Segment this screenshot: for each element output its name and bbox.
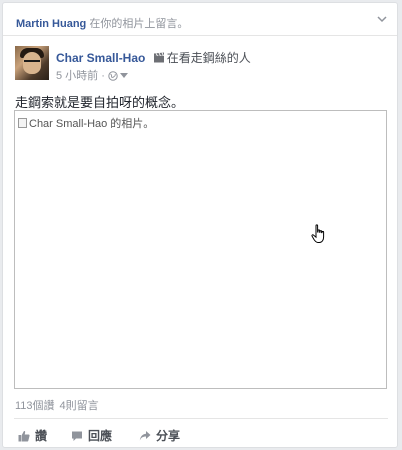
photo-alt-text: Char Small-Hao 的相片。 bbox=[18, 115, 154, 131]
globe-icon[interactable] bbox=[108, 71, 118, 81]
notification-actor-link[interactable]: Martin Huang bbox=[16, 18, 86, 30]
news-feed-story: Martin Huang 在你的相片上留言。 Char Small-Hao 在看… bbox=[2, 2, 398, 448]
activity-text: 在看走鋼絲的人 bbox=[166, 51, 251, 65]
chevron-down-icon[interactable] bbox=[375, 12, 389, 26]
hand-cursor-icon bbox=[311, 224, 325, 243]
notification-message: 在你的相片上留言。 bbox=[86, 18, 189, 30]
broken-image-icon bbox=[18, 118, 27, 128]
post-photo[interactable]: Char Small-Hao 的相片。 bbox=[14, 110, 387, 389]
comment-label: 回應 bbox=[88, 429, 113, 443]
engagement-stats: 113個讚 4則留言 bbox=[15, 397, 99, 413]
post-header: Char Small-Hao 在看走鋼絲的人 bbox=[56, 49, 251, 66]
likes-count-link[interactable]: 113個讚 bbox=[15, 400, 55, 412]
comment-bubble-icon bbox=[72, 431, 82, 441]
action-bar: 讚 回應 分享 bbox=[14, 418, 388, 447]
post-meta: 5 小時前 · bbox=[56, 67, 128, 83]
comment-button[interactable]: 回應 bbox=[71, 427, 112, 444]
share-arrow-icon bbox=[139, 431, 151, 441]
privacy-caret-icon[interactable] bbox=[119, 73, 128, 78]
timestamp-link[interactable]: 5 小時前 bbox=[56, 70, 98, 82]
author-name-link[interactable]: Char Small-Hao bbox=[56, 51, 145, 65]
author-avatar[interactable] bbox=[15, 46, 49, 80]
notification-text: Martin Huang 在你的相片上留言。 bbox=[16, 15, 188, 31]
notification-header: Martin Huang 在你的相片上留言。 bbox=[3, 3, 397, 36]
like-button[interactable]: 讚 bbox=[18, 427, 47, 444]
comments-count-link[interactable]: 4則留言 bbox=[60, 400, 99, 412]
share-label: 分享 bbox=[156, 429, 181, 443]
share-button[interactable]: 分享 bbox=[139, 427, 180, 444]
clapperboard-icon bbox=[153, 52, 164, 63]
thumbs-up-icon bbox=[18, 430, 30, 442]
like-label: 讚 bbox=[35, 429, 48, 443]
meta-separator: · bbox=[101, 70, 105, 82]
post-message: 走鋼索就是要自拍呀的概念。 bbox=[15, 95, 185, 110]
